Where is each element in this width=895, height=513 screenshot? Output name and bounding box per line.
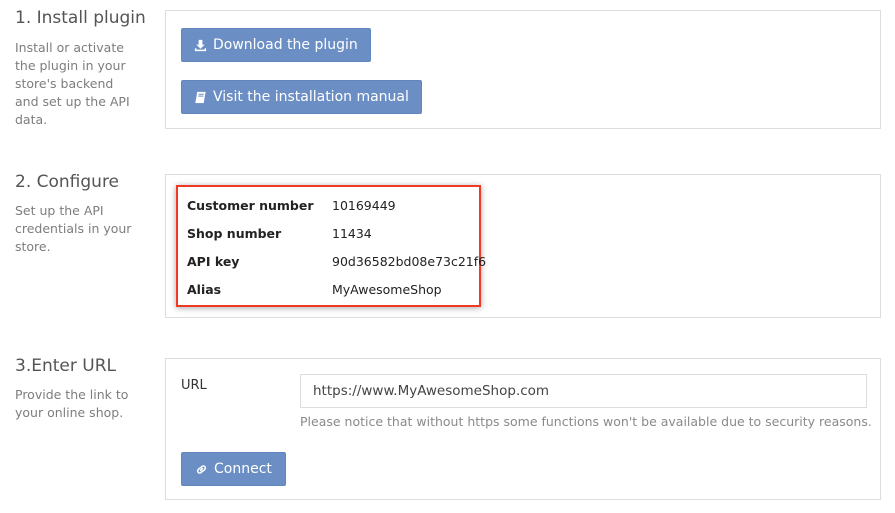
download-icon (194, 39, 207, 52)
install-panel: Download the plugin Visit the installati… (165, 10, 881, 129)
step-url-description: Provide the link to your online shop. (15, 387, 129, 420)
url-panel: URL Please notice that without https som… (165, 358, 881, 500)
step-configure-description: Set up the API credentials in your store… (15, 203, 132, 254)
book-icon (194, 91, 207, 104)
installation-manual-button[interactable]: Visit the installation manual (181, 80, 422, 114)
url-field-label: URL (181, 378, 207, 393)
credential-label: API key (187, 254, 240, 269)
url-notice: Please notice that without https some fu… (300, 414, 872, 429)
step-url-title: 3.Enter URL (15, 356, 116, 376)
credential-label: Shop number (187, 226, 282, 241)
credential-value: 11434 (332, 226, 372, 241)
download-plugin-label: Download the plugin (213, 37, 358, 53)
credential-value: 90d36582bd08e73c21f6 (332, 254, 487, 269)
connect-button[interactable]: Connect (181, 452, 286, 486)
credential-label: Customer number (187, 198, 314, 213)
url-input[interactable] (300, 374, 867, 408)
step-install-title: 1. Install plugin (15, 8, 146, 28)
credential-value: MyAwesomeShop (332, 282, 442, 297)
installation-manual-label: Visit the installation manual (213, 89, 409, 105)
credential-value: 10169449 (332, 198, 396, 213)
credentials-highlight-box: Customer number 10169449 Shop number 114… (176, 185, 486, 307)
step-install-description: Install or activate the plugin in your s… (15, 40, 130, 127)
step-configure-title: 2. Configure (15, 172, 120, 192)
connect-label: Connect (214, 461, 272, 477)
credential-label: Alias (187, 282, 222, 297)
configure-panel: Customer number 10169449 Shop number 114… (165, 174, 881, 318)
download-plugin-button[interactable]: Download the plugin (181, 28, 371, 62)
link-icon (195, 463, 208, 476)
